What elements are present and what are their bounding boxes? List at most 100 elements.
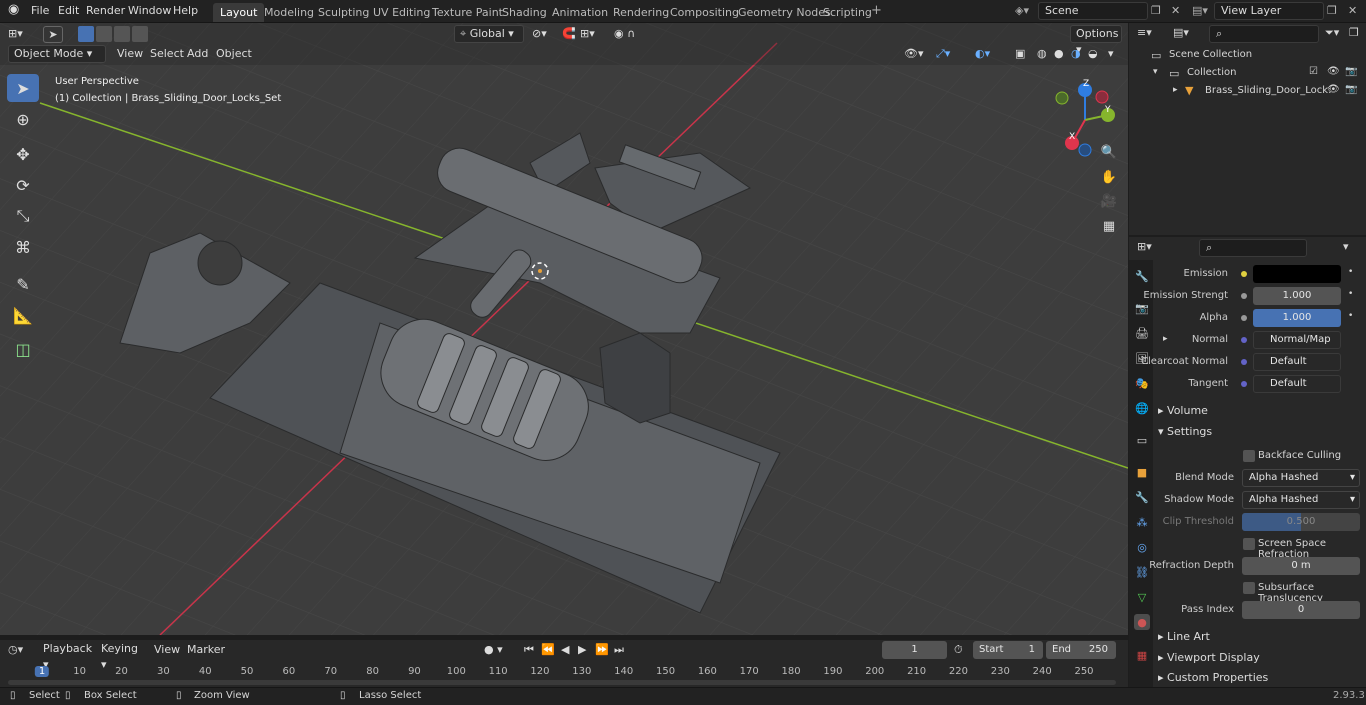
end-frame-field[interactable]: End 250: [1046, 641, 1116, 659]
timeline-editor-icon[interactable]: ◷▾: [8, 643, 23, 656]
cursor-tool[interactable]: ⊕: [7, 105, 39, 133]
select-menu[interactable]: Select: [150, 45, 184, 63]
socket-icon[interactable]: [1241, 315, 1247, 321]
shadow-mode-dropdown[interactable]: Alpha Hashed ▾: [1242, 491, 1360, 509]
current-frame-indicator[interactable]: 1: [34, 666, 50, 677]
pivot-icon[interactable]: ⊘▾: [532, 25, 547, 43]
keying-menu[interactable]: Keying ▾: [96, 641, 146, 671]
workspace-tab-animation[interactable]: Animation: [545, 3, 615, 22]
view-layer-selector-icon[interactable]: ▤▾: [1192, 4, 1208, 17]
camera-view-icon[interactable]: 🎥: [1099, 191, 1119, 211]
subsurface-checkbox[interactable]: [1243, 582, 1255, 594]
scene-selector-icon[interactable]: ◈▾: [1015, 4, 1029, 17]
delete-view-layer-icon[interactable]: ✕: [1348, 4, 1357, 17]
expand-arrow-icon[interactable]: ▸: [1163, 334, 1168, 344]
new-collection-icon[interactable]: ❐: [1349, 26, 1359, 39]
display-mode-icon[interactable]: ▤▾: [1173, 26, 1189, 39]
jump-end-icon[interactable]: ⏭: [614, 641, 624, 659]
current-frame-field[interactable]: 1: [882, 641, 947, 659]
select-tool-icon[interactable]: ➤: [43, 26, 63, 43]
marker-menu[interactable]: Marker: [187, 641, 225, 659]
visibility-icon[interactable]: 👁▾: [904, 45, 924, 63]
collection-row[interactable]: ▾ ▭ Collection ☑ 👁 📷: [1129, 64, 1366, 82]
hide-eye-icon[interactable]: 👁: [1327, 84, 1340, 95]
jump-keyframe-forward-icon[interactable]: ⏩: [595, 641, 609, 659]
delete-scene-icon[interactable]: ✕: [1171, 4, 1180, 17]
jump-start-icon[interactable]: ⏮: [524, 641, 534, 659]
scale-tool[interactable]: ⤡: [7, 202, 39, 230]
start-frame-field[interactable]: Start 1: [973, 641, 1043, 659]
gizmo-z-label[interactable]: Z: [1083, 79, 1089, 89]
prop-link-field[interactable]: Default: [1253, 353, 1341, 371]
3d-viewport[interactable]: Z Y X ⊞▾ ➤ ⌖ Global ▾ ⊘▾ 🧲 ⊞▾ ◉ ∩ Option…: [0, 23, 1128, 635]
play-icon[interactable]: ▶: [578, 641, 586, 659]
new-scene-icon[interactable]: ❐: [1151, 4, 1161, 17]
material-shading-icon[interactable]: ◑: [1071, 45, 1081, 63]
jump-keyframe-back-icon[interactable]: ⏪: [541, 641, 555, 659]
add-cube-tool[interactable]: ◫: [7, 335, 39, 363]
ssr-checkbox[interactable]: [1243, 538, 1255, 550]
select-new-icon[interactable]: [78, 26, 94, 42]
add-workspace-icon[interactable]: +: [871, 3, 882, 18]
overlay-toggle-icon[interactable]: ◐▾: [975, 45, 990, 63]
volume-section[interactable]: ▸ Volume: [1158, 404, 1208, 417]
menu-window[interactable]: Window: [128, 4, 171, 17]
blend-mode-dropdown[interactable]: Alpha Hashed ▾: [1242, 469, 1360, 487]
socket-icon[interactable]: [1241, 359, 1247, 365]
socket-icon[interactable]: [1241, 293, 1247, 299]
clip-threshold-slider[interactable]: 0.500: [1242, 513, 1360, 531]
backface-culling-checkbox[interactable]: [1243, 450, 1255, 462]
line-art-section[interactable]: ▸ Line Art: [1158, 630, 1210, 643]
select-invert-icon[interactable]: [132, 26, 148, 42]
view-layer-field[interactable]: View Layer: [1214, 2, 1324, 20]
measure-tool[interactable]: 📐: [7, 301, 39, 329]
socket-icon[interactable]: [1241, 337, 1247, 343]
snap-icon[interactable]: 🧲: [562, 25, 576, 43]
xray-icon[interactable]: ▣: [1015, 45, 1025, 63]
workspace-tab-scripting[interactable]: Scripting: [816, 3, 879, 22]
proportional-edit-icon[interactable]: ◉ ∩: [614, 25, 635, 43]
select-subtract-icon[interactable]: [114, 26, 130, 42]
menu-help[interactable]: Help: [173, 4, 198, 17]
annotate-tool[interactable]: ✎: [7, 270, 39, 298]
play-reverse-icon[interactable]: ◀: [561, 641, 569, 659]
keyframe-dot-icon[interactable]: •: [1348, 267, 1353, 277]
properties-editor-icon[interactable]: ⊞▾: [1137, 240, 1152, 253]
keyframe-dot-icon[interactable]: •: [1348, 311, 1353, 321]
filter-icon[interactable]: ⏷▾: [1325, 26, 1339, 40]
options-dropdown[interactable]: Options ▾: [1070, 25, 1122, 56]
expand-arrow-icon[interactable]: ▾: [1153, 67, 1158, 77]
object-menu[interactable]: Object: [216, 45, 252, 63]
object-row[interactable]: ▸ ▼ Brass_Sliding_Door_Lock: 👁 📷: [1129, 82, 1366, 100]
exclude-checkbox[interactable]: ☑: [1309, 66, 1318, 77]
socket-icon[interactable]: [1241, 381, 1247, 387]
select-box-tool[interactable]: ➤: [7, 74, 39, 102]
view-menu[interactable]: View: [117, 45, 143, 63]
rendered-shading-icon[interactable]: ◒: [1088, 45, 1098, 63]
properties-search[interactable]: ⌕: [1199, 239, 1307, 257]
orientation-dropdown[interactable]: ⌖ Global ▾: [454, 25, 524, 43]
pass-index-field[interactable]: 0: [1242, 601, 1360, 619]
render-camera-icon[interactable]: 📷: [1345, 84, 1357, 95]
mode-dropdown[interactable]: Object Mode ▾: [8, 45, 106, 63]
alpha-slider[interactable]: 1.000: [1253, 309, 1341, 327]
prop-link-field[interactable]: Normal/Map: [1253, 331, 1341, 349]
blender-logo-icon[interactable]: ◉: [8, 2, 19, 17]
expand-arrow-icon[interactable]: ▸: [1173, 85, 1178, 95]
menu-render[interactable]: Render: [86, 4, 125, 17]
gizmo-x-label[interactable]: X: [1069, 132, 1075, 142]
viewport-display-section[interactable]: ▸ Viewport Display: [1158, 651, 1260, 664]
auto-keying-icon[interactable]: ● ▾: [484, 641, 503, 659]
custom-properties-section[interactable]: ▸ Custom Properties: [1158, 671, 1268, 684]
settings-section[interactable]: ▾ Settings: [1158, 425, 1212, 438]
shading-options-icon[interactable]: ▾: [1108, 45, 1114, 63]
hide-eye-icon[interactable]: 👁: [1327, 66, 1340, 77]
properties-options-icon[interactable]: ▾: [1343, 240, 1349, 253]
menu-file[interactable]: File: [31, 4, 49, 17]
gizmo-toggle-icon[interactable]: ⤢▾: [936, 45, 950, 63]
timeline-view-menu[interactable]: View: [154, 641, 180, 659]
preview-range-icon[interactable]: ⏱: [954, 641, 963, 659]
snap-target-icon[interactable]: ⊞▾: [580, 25, 595, 43]
refraction-depth-field[interactable]: 0 m: [1242, 557, 1360, 575]
transform-tool[interactable]: ⌘: [7, 233, 39, 261]
